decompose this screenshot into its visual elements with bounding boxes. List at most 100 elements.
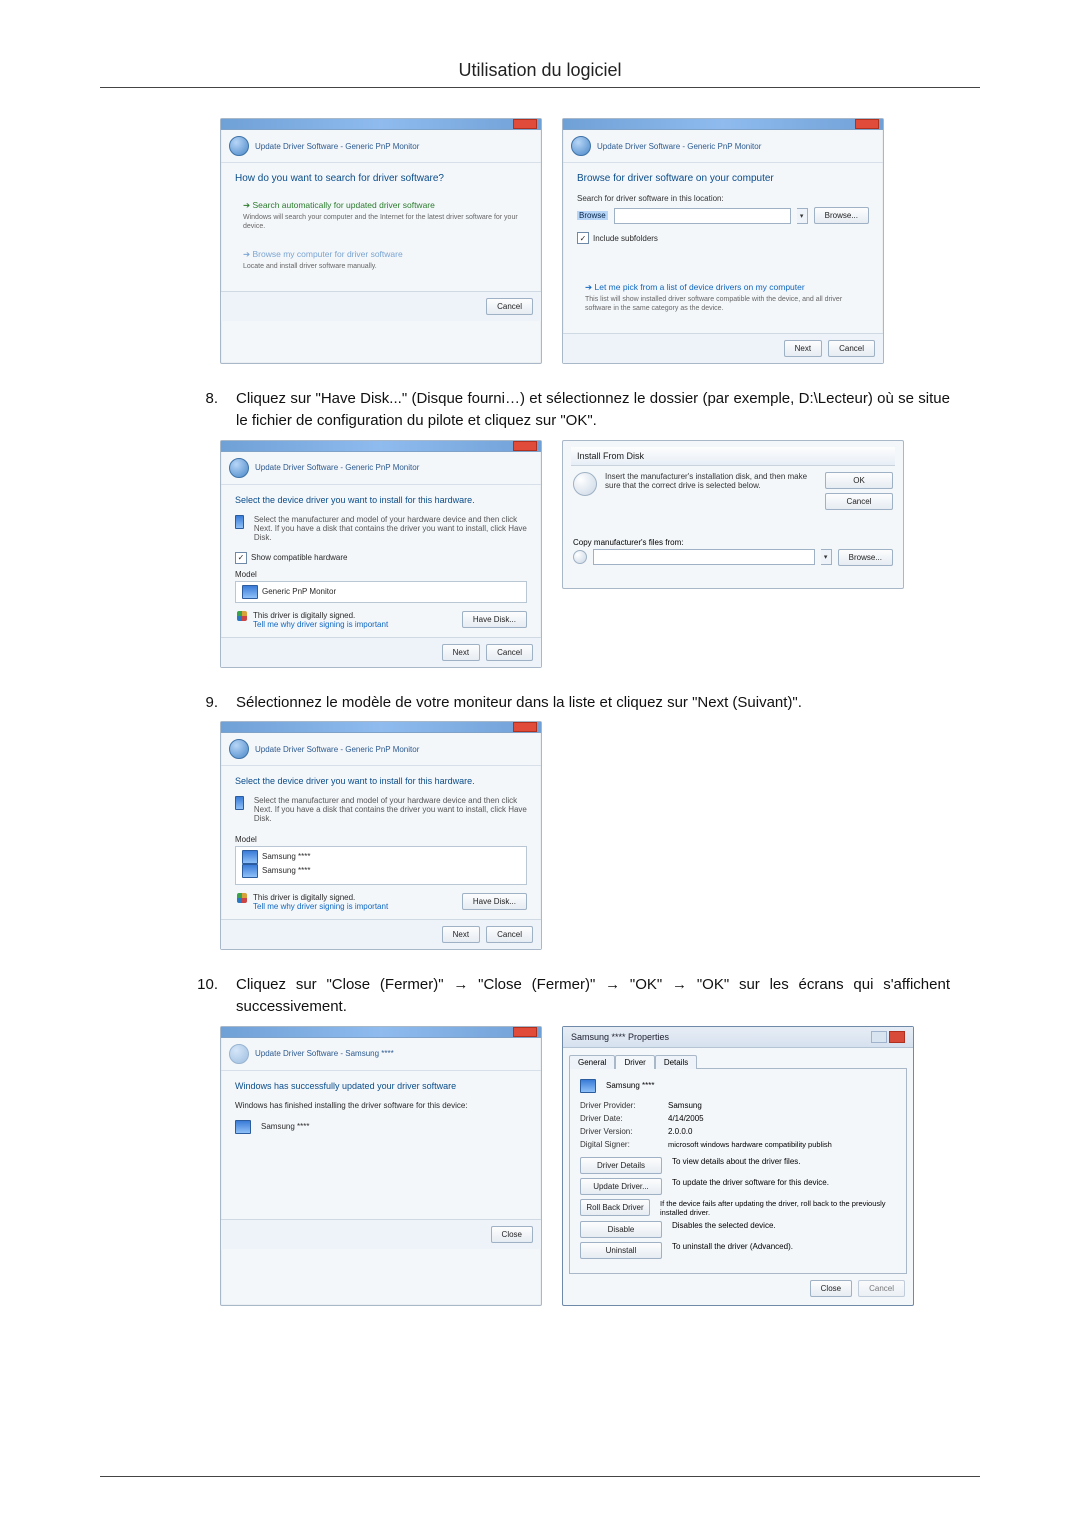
- disk-icon: [573, 550, 587, 564]
- option-desc: Locate and install driver software manua…: [243, 262, 519, 271]
- close-button[interactable]: Close: [810, 1280, 852, 1297]
- breadcrumb: Update Driver Software - Generic PnP Mon…: [255, 142, 419, 151]
- close-icon[interactable]: [889, 1031, 905, 1043]
- browse-button[interactable]: Browse...: [814, 207, 869, 224]
- checkbox-label: Show compatible hardware: [251, 553, 348, 562]
- signed-label: This driver is digitally signed.: [253, 893, 388, 902]
- close-icon[interactable]: [513, 119, 537, 129]
- model-item[interactable]: Samsung ****: [262, 867, 310, 876]
- copy-from-label: Copy manufacturer's files from:: [573, 538, 893, 547]
- monitor-icon: [235, 515, 244, 529]
- signed-label: This driver is digitally signed.: [253, 611, 388, 620]
- model-item[interactable]: Generic PnP Monitor: [262, 587, 336, 596]
- signing-info-link[interactable]: Tell me why driver signing is important: [253, 620, 388, 629]
- rollback-button[interactable]: Roll Back Driver: [580, 1199, 650, 1216]
- signing-info-link[interactable]: Tell me why driver signing is important: [253, 902, 388, 911]
- option-browse[interactable]: ➔ Browse my computer for driver software…: [235, 243, 527, 277]
- next-button[interactable]: Next: [442, 926, 480, 943]
- date-label: Driver Date:: [580, 1114, 660, 1123]
- include-subfolders-checkbox[interactable]: ✓Include subfolders: [577, 232, 658, 244]
- path-input[interactable]: [614, 208, 791, 224]
- dialog-search: Update Driver Software - Generic PnP Mon…: [220, 118, 542, 364]
- dropdown-icon[interactable]: ▾: [797, 208, 808, 224]
- button-desc: To uninstall the driver (Advanced).: [672, 1242, 793, 1251]
- close-icon[interactable]: [513, 441, 537, 451]
- breadcrumb: Update Driver Software - Samsung ****: [255, 1049, 394, 1058]
- monitor-icon: [580, 1079, 596, 1093]
- show-compatible-checkbox[interactable]: ✓Show compatible hardware: [235, 552, 348, 564]
- next-button[interactable]: Next: [784, 340, 822, 357]
- date-value: 4/14/2005: [668, 1114, 704, 1123]
- back-button[interactable]: [229, 739, 249, 759]
- wizard-heading: Windows has successfully updated your dr…: [235, 1081, 527, 1091]
- back-button: [229, 1044, 249, 1064]
- model-item[interactable]: Samsung ****: [262, 853, 310, 862]
- window-titlebar: [563, 119, 883, 130]
- shield-icon: [237, 893, 247, 903]
- step-number: 8.: [190, 388, 218, 410]
- close-icon[interactable]: [513, 1027, 537, 1037]
- dialog-title: Install From Disk: [577, 451, 644, 461]
- cancel-button[interactable]: Cancel: [486, 644, 533, 661]
- disable-button[interactable]: Disable: [580, 1221, 662, 1238]
- driver-details-button[interactable]: Driver Details: [580, 1157, 662, 1174]
- model-list[interactable]: Generic PnP Monitor: [235, 581, 527, 603]
- breadcrumb: Update Driver Software - Generic PnP Mon…: [255, 463, 419, 472]
- dialog-success: Update Driver Software - Samsung **** Wi…: [220, 1026, 542, 1306]
- next-button[interactable]: Next: [442, 644, 480, 661]
- cancel-button[interactable]: Cancel: [486, 298, 533, 315]
- window-titlebar: [221, 722, 541, 733]
- step-text: Cliquez sur "Have Disk..." (Disque fourn…: [236, 388, 980, 432]
- close-icon[interactable]: [869, 451, 889, 460]
- wizard-heading: Browse for driver software on your compu…: [577, 173, 869, 184]
- option-auto-search[interactable]: ➔ Search automatically for updated drive…: [235, 194, 527, 237]
- wizard-heading: How do you want to search for driver sof…: [235, 173, 527, 184]
- dialog-install-from-disk: Install From Disk Insert the manufacture…: [562, 440, 904, 589]
- button-desc: Disables the selected device.: [672, 1221, 776, 1230]
- have-disk-button[interactable]: Have Disk...: [462, 893, 527, 910]
- provider-label: Driver Provider:: [580, 1101, 660, 1110]
- model-list[interactable]: Samsung **** Samsung ****: [235, 846, 527, 885]
- cancel-button: Cancel: [858, 1280, 905, 1297]
- instruction-text: Windows has finished installing the driv…: [235, 1101, 527, 1110]
- dropdown-icon[interactable]: ▾: [821, 549, 832, 565]
- monitor-icon: [235, 1120, 251, 1134]
- update-driver-button[interactable]: Update Driver...: [580, 1178, 662, 1195]
- help-icon[interactable]: [871, 1031, 887, 1043]
- version-value: 2.0.0.0: [668, 1127, 692, 1136]
- provider-value: Samsung: [668, 1101, 702, 1110]
- monitor-icon: [235, 796, 244, 810]
- device-name: Samsung ****: [606, 1081, 654, 1090]
- dialog-select-driver: Update Driver Software - Generic PnP Mon…: [220, 440, 542, 668]
- browse-button[interactable]: Browse...: [838, 549, 893, 566]
- device-name: Samsung ****: [261, 1122, 309, 1131]
- ok-button[interactable]: OK: [825, 472, 893, 489]
- cancel-button[interactable]: Cancel: [828, 340, 875, 357]
- close-icon[interactable]: [513, 722, 537, 732]
- tab-driver[interactable]: Driver: [615, 1055, 654, 1069]
- close-icon[interactable]: [855, 119, 879, 129]
- field-label: Search for driver software in this locat…: [577, 194, 869, 203]
- close-button[interactable]: Close: [491, 1226, 533, 1243]
- tab-details[interactable]: Details: [655, 1055, 697, 1069]
- path-input[interactable]: [593, 549, 815, 565]
- wizard-heading: Select the device driver you want to ins…: [235, 495, 527, 505]
- cancel-button[interactable]: Cancel: [825, 493, 893, 510]
- tab-general[interactable]: General: [569, 1055, 615, 1069]
- back-button[interactable]: [229, 458, 249, 478]
- option-pick-from-list[interactable]: ➔ Let me pick from a list of device driv…: [577, 276, 869, 319]
- step-number: 9.: [190, 692, 218, 714]
- cancel-button[interactable]: Cancel: [486, 926, 533, 943]
- instruction-text: Select the manufacturer and model of you…: [254, 796, 527, 823]
- have-disk-button[interactable]: Have Disk...: [462, 611, 527, 628]
- monitor-icon: [242, 864, 258, 878]
- monitor-icon: [242, 850, 258, 864]
- dialog-title: Samsung **** Properties: [571, 1032, 669, 1042]
- uninstall-button[interactable]: Uninstall: [580, 1242, 662, 1259]
- back-button[interactable]: [571, 136, 591, 156]
- message-text: Insert the manufacturer's installation d…: [605, 472, 817, 490]
- back-button[interactable]: [229, 136, 249, 156]
- button-desc: To update the driver software for this d…: [672, 1178, 829, 1187]
- window-titlebar: [221, 441, 541, 452]
- signer-value: microsoft windows hardware compatibility…: [668, 1140, 832, 1149]
